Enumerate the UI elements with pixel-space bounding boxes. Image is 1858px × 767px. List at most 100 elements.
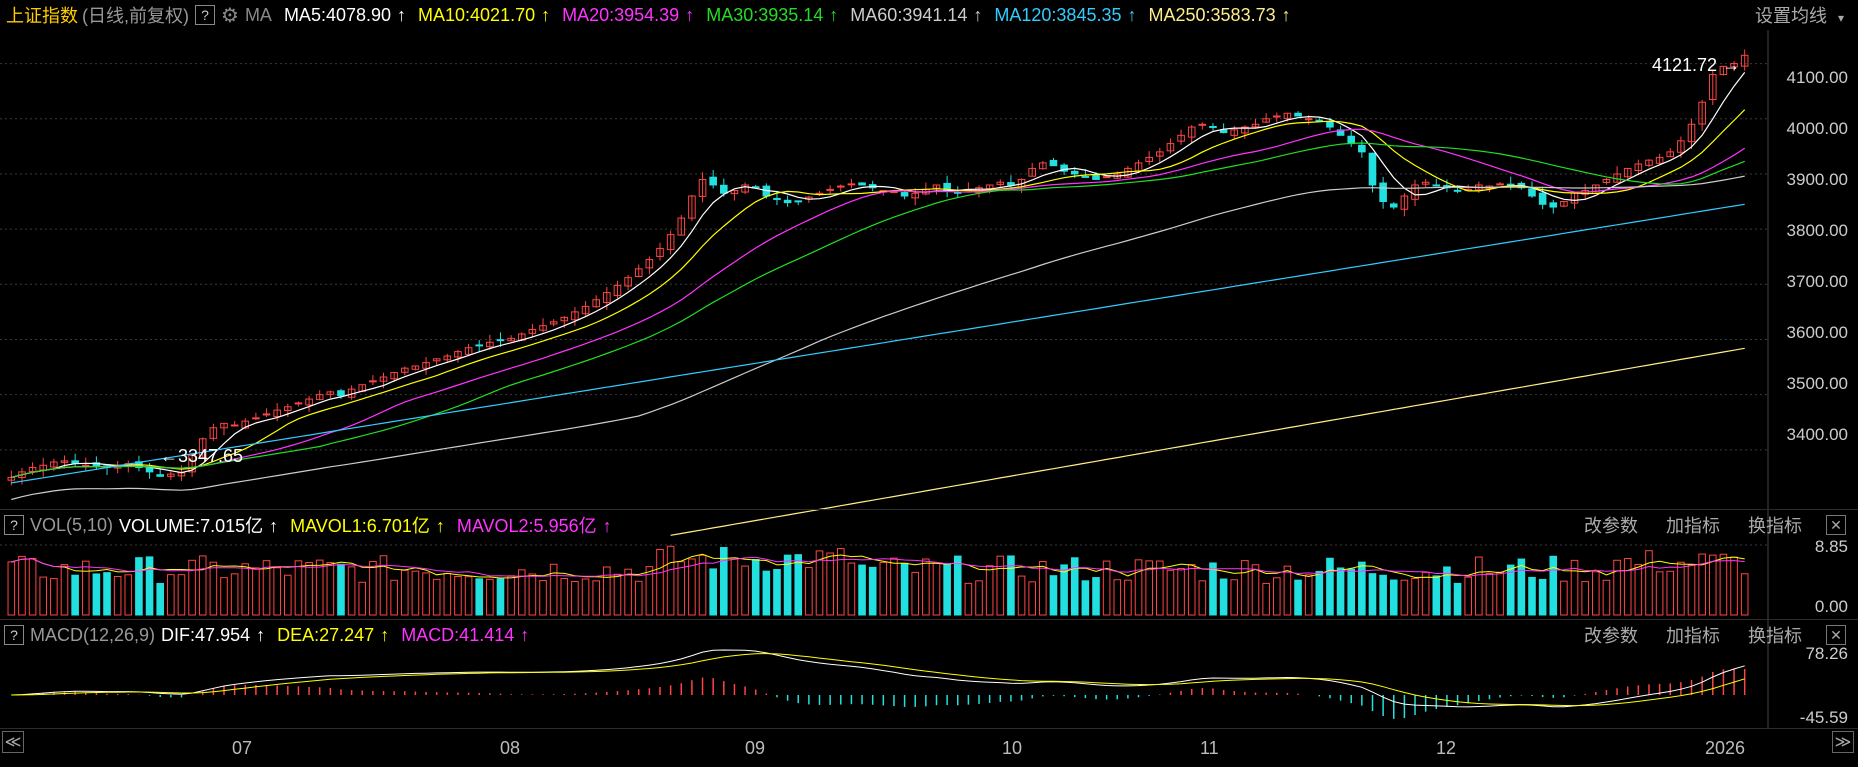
volume-bar <box>1475 556 1483 616</box>
volume-bar <box>1592 571 1600 616</box>
volume-bar <box>167 574 175 616</box>
candle-body <box>1389 203 1398 208</box>
macd-close-button[interactable]: ✕ <box>1826 625 1846 645</box>
volume-bar <box>826 552 834 616</box>
mavol2-value: MAVOL2:5.956亿 ↑ <box>456 516 612 536</box>
volume-bar <box>1421 571 1430 616</box>
candle-body <box>783 199 792 204</box>
volume-bar <box>836 548 845 616</box>
vol-close-button[interactable]: ✕ <box>1826 515 1846 535</box>
price-tick: 3600.00 <box>1786 323 1848 342</box>
volume-bar <box>581 578 590 616</box>
volume-bar <box>294 560 303 616</box>
volume-bar <box>284 574 292 616</box>
candle-body <box>858 182 866 186</box>
volume-bar <box>571 581 579 616</box>
arrow-right-icon: → <box>1722 55 1741 75</box>
candle-body <box>230 424 239 427</box>
volume-bar <box>1560 580 1568 616</box>
volume-bar <box>1304 574 1313 616</box>
volume-bar <box>1634 563 1643 616</box>
volume-bar <box>1039 560 1047 616</box>
volume-bar <box>252 567 260 616</box>
volume-bar <box>890 557 898 616</box>
volume-bar <box>81 560 90 616</box>
volume-bar <box>634 580 643 616</box>
vol-switch-indicator-button[interactable]: 换指标 <box>1748 512 1802 538</box>
ma20-line <box>11 128 1746 478</box>
volume-bar <box>39 576 48 616</box>
volume-help-button[interactable]: ? <box>4 515 24 535</box>
candle-body <box>720 184 728 194</box>
volume-bar <box>507 575 515 616</box>
candle-body <box>262 413 271 416</box>
volume-bar <box>454 575 462 616</box>
volume-bar <box>1017 575 1026 616</box>
candle-body <box>1102 176 1111 179</box>
month-label: 11 <box>1200 738 1219 758</box>
volume-bar <box>241 563 250 616</box>
ma120-value: MA120:3845.35 ↑ <box>994 4 1137 25</box>
divider <box>0 728 1858 729</box>
volume-bar <box>71 574 79 616</box>
candle-body <box>496 339 505 342</box>
candle-body <box>1092 174 1100 180</box>
volume-bar <box>113 576 122 616</box>
scroll-right-button[interactable]: ≫ <box>1832 731 1854 753</box>
volume-bar <box>1517 558 1526 616</box>
ma250-line <box>670 347 1745 536</box>
candle-body <box>1070 170 1079 175</box>
volume-bar <box>656 548 664 616</box>
volume-bar <box>847 562 856 616</box>
volume-bar <box>985 565 994 616</box>
volume-bar <box>7 561 16 616</box>
macd-add-indicator-button[interactable]: 加指标 <box>1666 622 1720 648</box>
scroll-left-button[interactable]: ≪ <box>2 731 24 753</box>
candle-body <box>1219 129 1228 134</box>
candle-body <box>836 185 845 188</box>
volume-bar <box>1315 570 1324 616</box>
help-button[interactable]: ? <box>195 5 215 25</box>
candle-body <box>369 380 377 383</box>
low-annotation: ←3347.65 <box>160 446 244 466</box>
kline-chart[interactable] <box>0 0 1858 767</box>
volume-bar <box>1187 564 1196 616</box>
volume-bar <box>1049 575 1058 616</box>
dea-value: DEA:27.247 ↑ <box>277 624 390 645</box>
volume-bar <box>464 576 473 616</box>
candle-body <box>1347 135 1356 145</box>
volume-bar <box>1645 550 1653 616</box>
vol-params-button[interactable]: 改参数 <box>1584 512 1638 538</box>
volume-bar <box>1655 571 1664 616</box>
volume-bar <box>400 569 409 616</box>
volume-bar <box>1347 568 1356 616</box>
candle-body <box>1304 118 1313 121</box>
volume-bar <box>1113 579 1122 616</box>
candle-body <box>294 402 303 405</box>
volume-bar <box>1262 582 1270 616</box>
volume-bar <box>369 560 377 616</box>
volume-bar <box>103 572 111 616</box>
vol-axis-top: 8.85 <box>1814 537 1848 556</box>
candle-body <box>1007 182 1015 186</box>
volume-bar <box>305 561 313 616</box>
price-tick: 3800.00 <box>1786 221 1848 240</box>
candle-body <box>1081 175 1090 178</box>
settings-ma-button[interactable]: 设置均线 ▾ <box>1755 2 1850 28</box>
candle-body <box>1528 188 1536 197</box>
candle-body <box>1538 192 1547 205</box>
macd-help-button[interactable]: ? <box>4 625 24 645</box>
volume-bar <box>868 566 877 616</box>
volume-bar <box>1251 564 1260 616</box>
volume-bar <box>858 564 866 616</box>
volume-bar <box>198 555 207 616</box>
ma20-value: MA20:3954.39 ↑ <box>562 4 695 25</box>
macd-switch-indicator-button[interactable]: 换指标 <box>1748 622 1802 648</box>
macd-params-button[interactable]: 改参数 <box>1584 622 1638 648</box>
volume-bar <box>996 555 1005 616</box>
gear-icon[interactable]: ⚙ <box>221 3 239 28</box>
volume-bar <box>1528 576 1536 616</box>
volume-bar <box>1687 564 1696 616</box>
volume-bar <box>900 562 909 616</box>
vol-add-indicator-button[interactable]: 加指标 <box>1666 512 1720 538</box>
